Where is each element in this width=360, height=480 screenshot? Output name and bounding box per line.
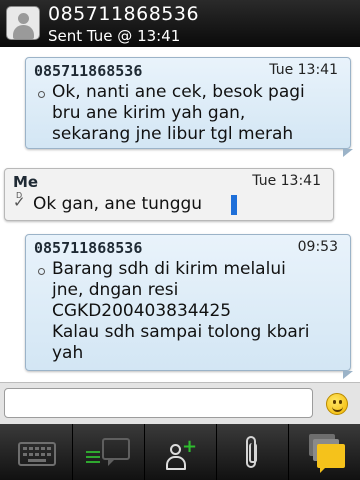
message-sender: 085711868536 [34,62,143,80]
add-contact-button[interactable]: + [144,424,216,480]
chat-header: 085711868536 Sent Tue @ 13:41 [0,0,360,47]
message-text: Ok, nanti ane cek, besok pagi bru ane ki… [52,82,305,144]
incoming-message[interactable]: 085711868536 Tue 13:41 Ok, nanti ane cek… [25,57,351,149]
message-time: Tue 13:41 [269,62,338,78]
bottom-toolbar: + [0,424,360,480]
message-input[interactable] [4,388,313,418]
conversation-area[interactable]: 085711868536 Tue 13:41 Ok, nanti ane cek… [0,47,360,382]
contact-avatar[interactable] [6,6,40,40]
delivered-check-icon: D ✓ [13,191,26,211]
conversations-button[interactable] [288,424,360,480]
chat-icon [102,438,130,466]
bubble-tail [343,149,353,157]
attachment-icon [246,436,257,468]
message-text: Barang sdh di kirim melalui jne, dngan r… [52,259,310,363]
message-sender: 085711868536 [34,239,143,257]
chat-button[interactable] [72,424,144,480]
message-time: Tue 13:41 [252,173,321,189]
message-sender: Me [13,173,39,191]
conversations-icon [309,434,347,473]
bubble-tail [343,371,353,379]
incoming-message[interactable]: 085711868536 09:53 Barang sdh di kirim m… [25,234,351,371]
outgoing-message[interactable]: Me Tue 13:41 D ✓ Ok gan, ane tunggu [4,168,334,221]
message-status: Sent Tue @ 13:41 [48,27,181,45]
emoticon-icon[interactable] [326,393,348,415]
contact-number-title: 085711868536 [48,3,200,25]
keyboard-icon [18,442,56,466]
unread-dot-icon [38,268,45,275]
unread-dot-icon [38,91,45,98]
message-text: Ok gan, ane tunggu [33,194,203,214]
composer-bar [0,382,360,425]
text-cursor [231,195,237,215]
keyboard-button[interactable] [0,424,72,480]
attachment-button[interactable] [216,424,288,480]
message-time: 09:53 [297,239,338,255]
